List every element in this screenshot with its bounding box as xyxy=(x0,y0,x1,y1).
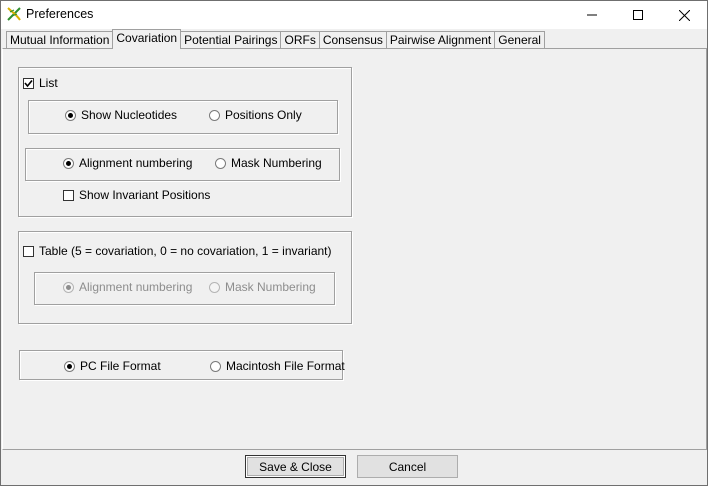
title-bar: Preferences xyxy=(1,1,707,29)
list-checkbox[interactable]: List xyxy=(23,76,58,90)
radio-selected-icon[interactable] xyxy=(65,109,76,121)
pc-file-format-label: PC File Format xyxy=(80,359,161,373)
list-mask-numbering-label: Mask Numbering xyxy=(231,156,322,170)
radio-unselected-icon[interactable] xyxy=(209,109,220,121)
maximize-button[interactable] xyxy=(615,1,661,29)
tab-covariation[interactable]: Covariation xyxy=(112,29,182,49)
tab-pairwise-alignment[interactable]: Pairwise Alignment xyxy=(385,31,496,49)
show-nucleotides-radio[interactable]: Show Nucleotides xyxy=(65,108,177,122)
table-mask-numbering-label: Mask Numbering xyxy=(225,280,316,294)
table-mask-numbering-radio[interactable]: Mask Numbering xyxy=(209,280,316,294)
cancel-button[interactable]: Cancel xyxy=(357,455,458,478)
window-title: Preferences xyxy=(26,7,94,21)
list-label: List xyxy=(39,76,58,90)
show-invariant-label: Show Invariant Positions xyxy=(79,188,211,202)
show-nucleotides-label: Show Nucleotides xyxy=(81,108,178,122)
close-icon xyxy=(678,9,690,21)
minimize-button[interactable] xyxy=(569,1,615,29)
tab-general[interactable]: General xyxy=(494,31,545,49)
radio-selected-icon[interactable] xyxy=(63,281,74,293)
minimize-icon xyxy=(587,14,597,16)
tab-potential-pairings[interactable]: Potential Pairings xyxy=(180,31,282,49)
macintosh-file-format-radio[interactable]: Macintosh File Format xyxy=(210,359,345,373)
tab-strip: Mutual Information Covariation Potential… xyxy=(6,29,545,49)
maximize-icon xyxy=(633,10,643,20)
covariation-panel: List Show Nucleotides Positions Only Ali… xyxy=(2,48,707,450)
close-button[interactable] xyxy=(661,1,707,29)
positions-only-radio[interactable]: Positions Only xyxy=(209,108,302,122)
list-alignment-numbering-label: Alignment numbering xyxy=(79,156,193,170)
tab-mutual-information[interactable]: Mutual Information xyxy=(6,31,114,49)
tab-orfs[interactable]: ORFs xyxy=(280,31,320,49)
tab-consensus[interactable]: Consensus xyxy=(318,31,387,49)
show-invariant-checkbox[interactable]: Show Invariant Positions xyxy=(63,188,210,202)
button-bar: Save & Close Cancel xyxy=(2,450,706,485)
list-checkbox-box[interactable] xyxy=(23,77,34,89)
radio-unselected-icon[interactable] xyxy=(209,281,220,293)
show-invariant-checkbox-box[interactable] xyxy=(63,189,74,201)
positions-only-label: Positions Only xyxy=(225,108,302,122)
macintosh-file-format-label: Macintosh File Format xyxy=(226,359,345,373)
table-alignment-numbering-label: Alignment numbering xyxy=(79,280,193,294)
radio-selected-icon[interactable] xyxy=(64,360,75,372)
table-alignment-numbering-radio[interactable]: Alignment numbering xyxy=(63,280,192,294)
table-checkbox-box[interactable] xyxy=(23,245,34,257)
radio-selected-icon[interactable] xyxy=(63,157,74,169)
pc-file-format-radio[interactable]: PC File Format xyxy=(64,359,161,373)
table-label: Table (5 = covariation, 0 = no covariati… xyxy=(39,244,332,258)
checkmark-icon xyxy=(24,79,33,87)
table-checkbox[interactable]: Table (5 = covariation, 0 = no covariati… xyxy=(23,244,332,258)
preferences-window: Preferences Mutual Information Covariati… xyxy=(0,0,708,486)
save-close-button[interactable]: Save & Close xyxy=(245,455,346,478)
dna-icon xyxy=(7,7,21,21)
list-mask-numbering-radio[interactable]: Mask Numbering xyxy=(215,156,322,170)
radio-unselected-icon[interactable] xyxy=(215,157,226,169)
list-alignment-numbering-radio[interactable]: Alignment numbering xyxy=(63,156,192,170)
radio-unselected-icon[interactable] xyxy=(210,360,221,372)
